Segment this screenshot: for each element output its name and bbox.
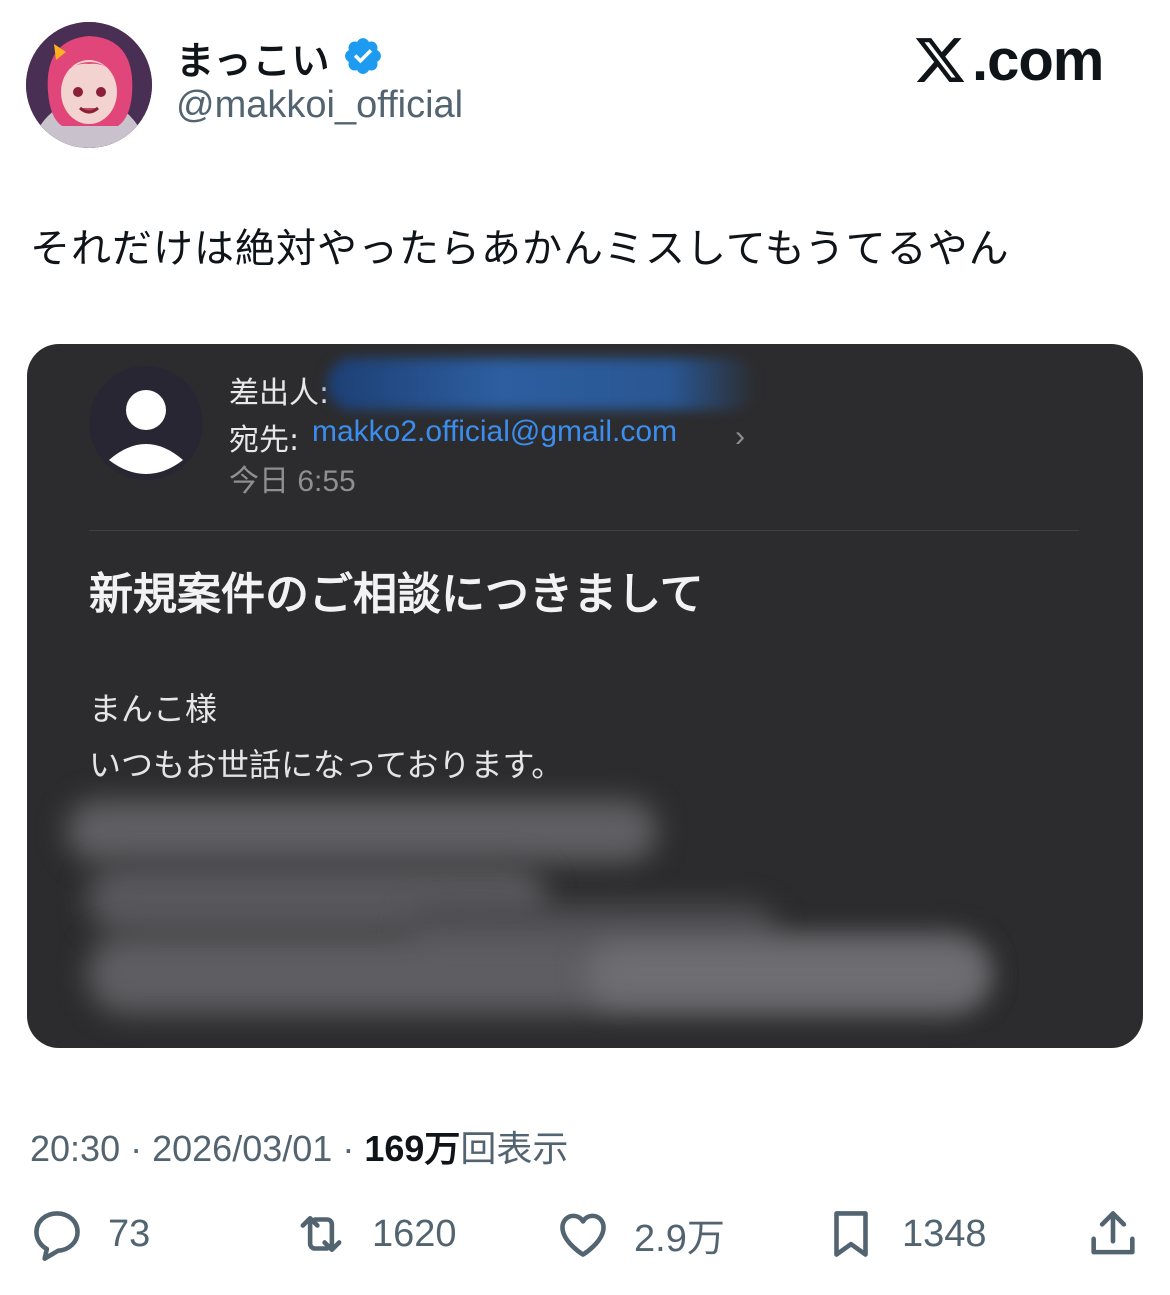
repost-count: 1620 bbox=[372, 1212, 457, 1255]
action-bar: 73 1620 2.9万 1348 bbox=[0, 1205, 1170, 1275]
from-label: 差出人: bbox=[229, 376, 330, 411]
email-body-line: まんこ様 bbox=[89, 690, 218, 728]
like-count: 2.9万 bbox=[634, 1217, 725, 1260]
tweet-time[interactable]: 20:30 bbox=[30, 1128, 120, 1169]
reply-button[interactable]: 73 bbox=[28, 1205, 150, 1263]
x-logo[interactable]: .com bbox=[912, 27, 1104, 93]
user-handle[interactable]: @makkoi_official bbox=[176, 84, 463, 127]
to-email: makko2.official@gmail.com bbox=[312, 415, 678, 448]
bookmark-count: 1348 bbox=[902, 1212, 987, 1255]
email-date: 今日 6:55 bbox=[229, 465, 356, 498]
email-subject: 新規案件のご相談につきまして bbox=[89, 569, 704, 620]
tweet-text: それだけは絶対やったらあかんミスしてもうてるやん bbox=[30, 226, 1010, 272]
x-icon bbox=[915, 38, 965, 82]
reply-icon bbox=[34, 1211, 80, 1261]
reply-count: 73 bbox=[108, 1212, 151, 1255]
repost-button[interactable]: 1620 bbox=[292, 1205, 457, 1263]
display-name[interactable]: まっこい bbox=[176, 30, 330, 85]
bookmark-icon bbox=[834, 1211, 868, 1257]
view-count-unit: 万 bbox=[424, 1128, 461, 1169]
verified-badge-icon bbox=[342, 35, 384, 77]
chevron-right-icon: › bbox=[735, 420, 745, 453]
to-label: 宛先: bbox=[229, 423, 300, 458]
redacted-sender bbox=[327, 358, 757, 410]
share-button[interactable] bbox=[1084, 1205, 1142, 1263]
email-body-line: いつもお世話になっております。 bbox=[89, 746, 564, 784]
divider bbox=[89, 530, 1079, 531]
avatar[interactable] bbox=[26, 22, 152, 148]
sender-avatar-icon bbox=[89, 366, 203, 480]
tweet-date[interactable]: 2026/03/01 bbox=[152, 1128, 332, 1169]
share-icon bbox=[1091, 1211, 1135, 1255]
like-button[interactable]: 2.9万 bbox=[554, 1205, 725, 1263]
heart-icon bbox=[560, 1213, 606, 1257]
tweet-meta: 20:30 · 2026/03/01 · 169万回表示 bbox=[30, 1128, 569, 1169]
tweet-media-image[interactable]: 差出人: 宛先: makko2.official@gmail.com › 今日 … bbox=[27, 344, 1143, 1048]
bookmark-button[interactable]: 1348 bbox=[822, 1205, 987, 1263]
repost-icon bbox=[300, 1215, 342, 1253]
view-count: 169 bbox=[364, 1128, 425, 1169]
views-label: 回表示 bbox=[460, 1128, 569, 1169]
x-logo-text: .com bbox=[972, 27, 1104, 93]
